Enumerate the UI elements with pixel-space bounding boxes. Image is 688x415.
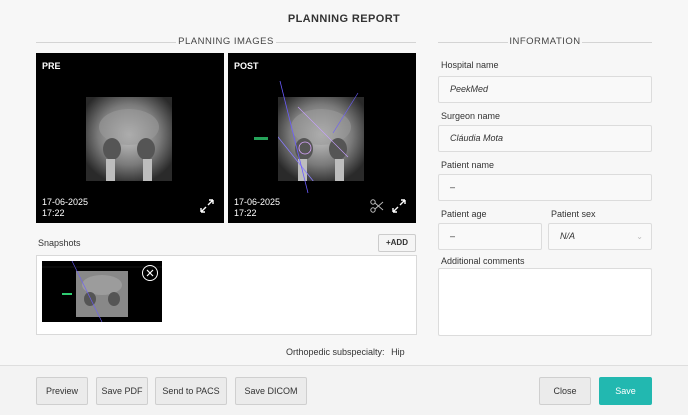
pre-time: 17:22 — [42, 208, 65, 218]
hospital-name-field[interactable]: PeekMed — [438, 76, 652, 103]
patient-name-field[interactable]: – — [438, 174, 652, 201]
surgeon-name-field[interactable]: Cláudia Mota — [438, 125, 652, 152]
pre-label: PRE — [42, 61, 61, 71]
post-image-panel[interactable]: POST 17-06-2025 17:22 — [228, 53, 416, 223]
divider — [36, 42, 176, 43]
save-pdf-button[interactable]: Save PDF — [96, 377, 148, 405]
chevron-down-icon: ⌄ — [636, 232, 643, 241]
planning-images-heading: PLANNING IMAGES — [36, 36, 416, 47]
additional-comments-textarea[interactable] — [438, 268, 652, 336]
add-snapshot-button[interactable]: +ADD — [378, 234, 416, 252]
snapshot-thumbnail[interactable] — [42, 261, 162, 322]
pre-date: 17-06-2025 — [42, 197, 89, 207]
patient-age-field[interactable]: – — [438, 223, 542, 250]
divider — [438, 42, 508, 43]
close-button[interactable]: Close — [539, 377, 591, 405]
divider — [276, 42, 416, 43]
page-title: PLANNING REPORT — [287, 13, 401, 25]
save-button[interactable]: Save — [599, 377, 652, 405]
patient-age-label: Patient age — [441, 209, 487, 219]
subspecialty-label: Orthopedic subspecialty: — [286, 347, 385, 357]
patient-sex-select[interactable]: N/A ⌄ — [548, 223, 652, 250]
expand-icon[interactable] — [392, 199, 406, 213]
information-heading-text: INFORMATION — [509, 36, 581, 47]
patient-sex-value: N/A — [560, 231, 576, 241]
patient-name-label: Patient name — [441, 160, 495, 170]
snapshots-label: Snapshots — [38, 238, 81, 248]
pre-image-panel[interactable]: PRE 17-06-2025 17:22 — [36, 53, 224, 223]
surgeon-name-label: Surgeon name — [441, 111, 501, 121]
save-dicom-button[interactable]: Save DICOM — [235, 377, 307, 405]
pre-xray-image — [86, 97, 172, 181]
send-to-pacs-button[interactable]: Send to PACS — [155, 377, 227, 405]
scissors-icon[interactable] — [370, 199, 384, 213]
post-date: 17-06-2025 — [234, 197, 281, 207]
orthopedic-subspecialty: Orthopedic subspecialty: Hip — [286, 347, 405, 357]
divider — [582, 42, 652, 43]
additional-comments-label: Additional comments — [441, 256, 525, 266]
information-heading: INFORMATION — [438, 36, 652, 47]
subspecialty-value: Hip — [391, 347, 405, 357]
patient-sex-label: Patient sex — [551, 209, 596, 219]
preview-button[interactable]: Preview — [36, 377, 88, 405]
expand-icon[interactable] — [200, 199, 214, 213]
planning-images-heading-text: PLANNING IMAGES — [178, 36, 274, 47]
post-time: 17:22 — [234, 208, 257, 218]
remove-snapshot-icon[interactable] — [142, 265, 158, 281]
snapshots-container — [36, 255, 417, 335]
hospital-name-label: Hospital name — [441, 60, 499, 70]
